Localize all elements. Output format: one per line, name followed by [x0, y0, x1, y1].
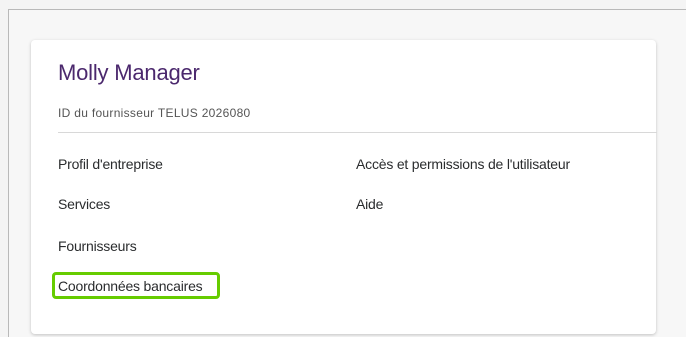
help-link[interactable]: Aide [356, 196, 383, 212]
screenshot-frame: Molly Manager ID du fournisseur TELUS 20… [8, 9, 686, 337]
supplier-id: ID du fournisseur TELUS 2026080 [58, 106, 251, 120]
divider [58, 132, 657, 133]
suppliers-link[interactable]: Fournisseurs [58, 238, 137, 254]
company-profile-link[interactable]: Profil d'entreprise [58, 156, 163, 172]
bank-details-link[interactable]: Coordonnées bancaires [58, 278, 203, 294]
user-access-permissions-link[interactable]: Accès et permissions de l'utilisateur [356, 156, 570, 172]
services-link[interactable]: Services [58, 196, 110, 212]
user-name: Molly Manager [58, 60, 200, 85]
account-card: Molly Manager ID du fournisseur TELUS 20… [31, 40, 657, 334]
